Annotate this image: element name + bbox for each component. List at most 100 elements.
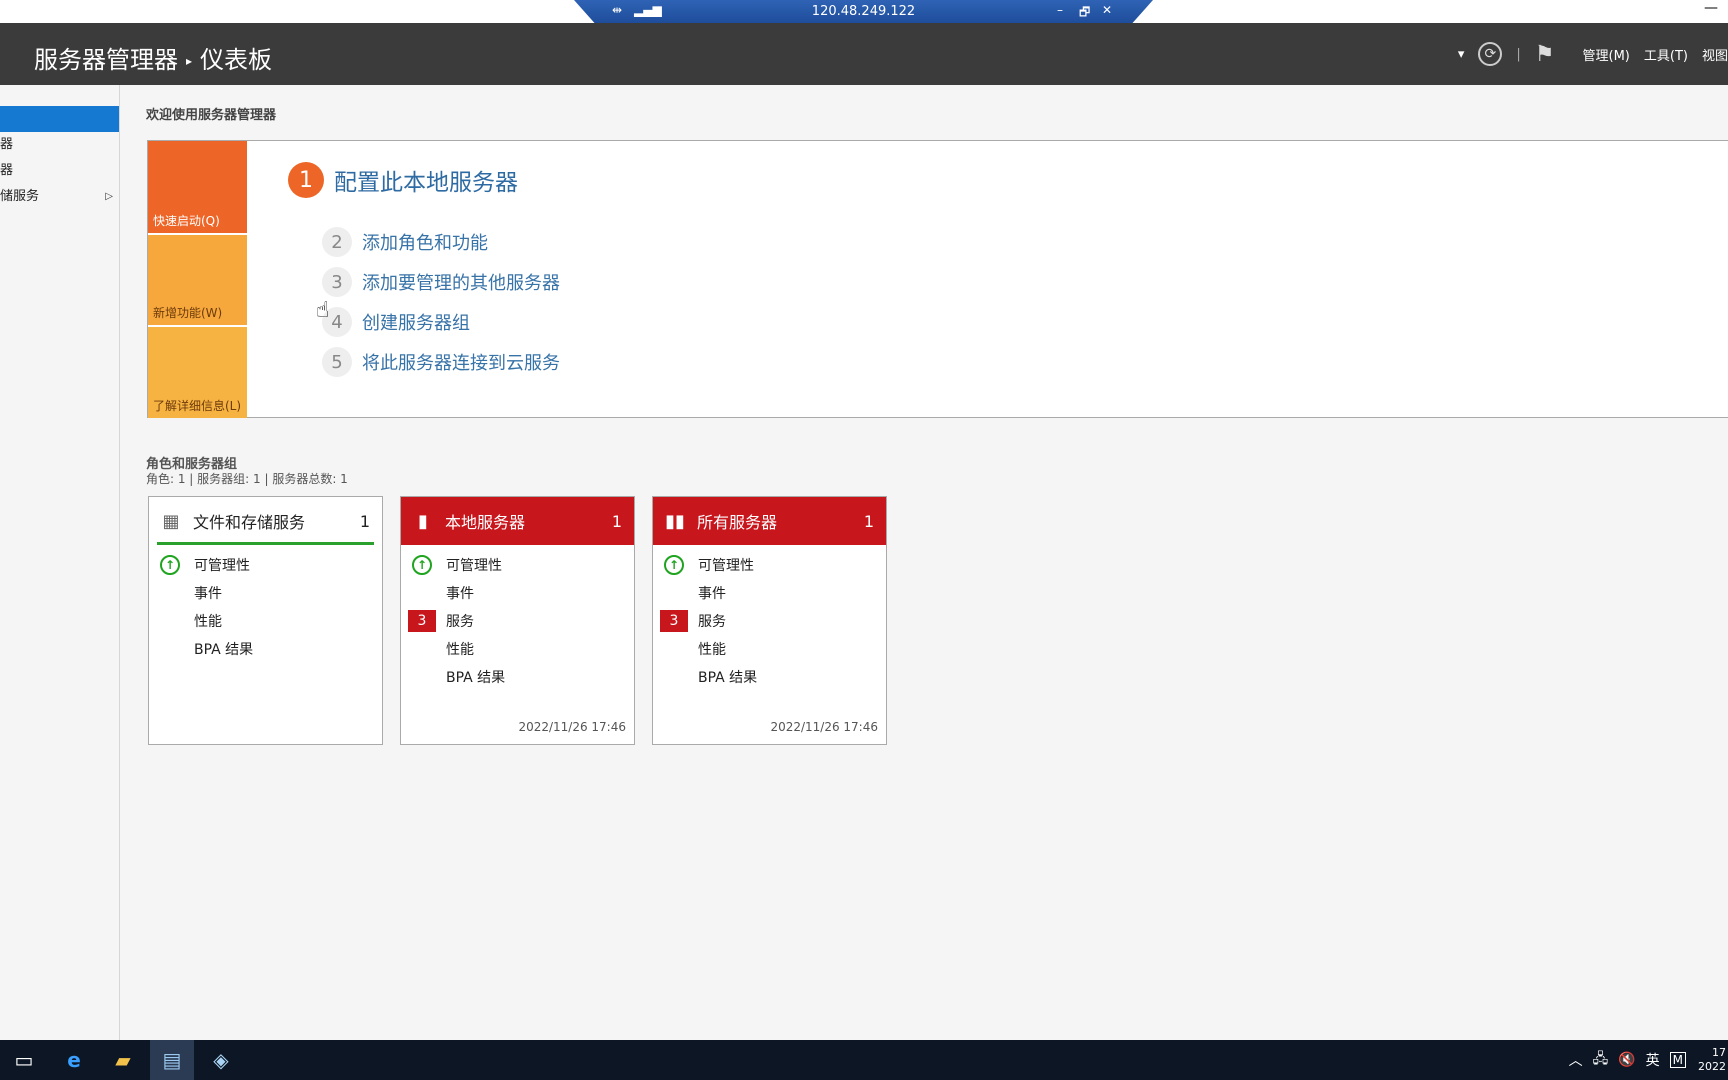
breadcrumb-separator-icon: ▸ xyxy=(186,54,193,68)
status-up-icon: ↑ xyxy=(160,555,180,575)
remote-desktop-icon[interactable]: ◈ xyxy=(199,1040,243,1080)
tile-label: 了解详细信息(L) xyxy=(153,399,242,413)
card-count: 1 xyxy=(863,511,874,531)
server-icon: ▮ xyxy=(418,510,428,532)
step-number: 3 xyxy=(322,267,352,297)
roles-summary: 角色: 1 | 服务器组: 1 | 服务器总数: 1 xyxy=(146,472,348,486)
task-view-icon[interactable]: ▭ xyxy=(2,1040,46,1080)
menu-view[interactable]: 视图 xyxy=(1702,45,1728,64)
sidebar-item-file-storage[interactable]: 储服务 ▷ xyxy=(0,184,119,210)
breadcrumb-app[interactable]: 服务器管理器 xyxy=(34,46,178,74)
card-row-services[interactable]: 3 服务 xyxy=(401,607,634,635)
welcome-panel: 快速启动(Q) 新增功能(W) 了解详细信息(L) 1 配置此本地服务器 2 添… xyxy=(147,140,1728,418)
card-timestamp: 2022/11/26 17:46 xyxy=(770,720,878,734)
step-configure-local-server[interactable]: 1 配置此本地服务器 xyxy=(288,162,518,198)
sidebar-item-label: 器 xyxy=(0,163,14,178)
step-link[interactable]: 配置此本地服务器 xyxy=(334,163,518,197)
alert-count-badge: 3 xyxy=(408,610,436,632)
step-add-roles[interactable]: 2 添加角色和功能 xyxy=(322,227,488,257)
card-row-bpa[interactable]: BPA 结果 xyxy=(653,663,886,691)
hand-cursor-icon: ☝ xyxy=(316,298,330,323)
rdp-ip-address: 120.48.249.122 xyxy=(811,4,916,19)
sidebar-item-label: 器 xyxy=(0,137,14,152)
refresh-icon[interactable]: ⟳ xyxy=(1478,42,1503,66)
volume-muted-icon[interactable]: 🔇 xyxy=(1618,1052,1635,1068)
network-icon[interactable]: 🖧 xyxy=(1593,1048,1609,1072)
window-minimize-icon[interactable]: — xyxy=(1704,0,1718,16)
clock-date: 2022 xyxy=(1698,1060,1726,1073)
card-count: 1 xyxy=(611,511,622,531)
row-label: 性能 xyxy=(446,642,474,658)
card-header[interactable]: ▮ 本地服务器 1 xyxy=(401,497,634,545)
sidebar-item-label: 储服务 xyxy=(0,189,40,204)
row-label: 可管理性 xyxy=(698,558,754,574)
dropdown-icon[interactable]: ▾ xyxy=(1458,47,1465,62)
row-label: 事件 xyxy=(698,586,726,602)
tile-whatsnew[interactable]: 新增功能(W) xyxy=(148,233,247,325)
servers-icon: ▮▮ xyxy=(665,510,685,532)
row-label: 服务 xyxy=(446,614,474,630)
clock[interactable]: 17 2022 xyxy=(1696,1046,1726,1074)
status-up-icon: ↑ xyxy=(412,555,432,575)
rdp-close-icon[interactable]: ✕ xyxy=(1102,3,1112,17)
card-header[interactable]: ▦ 文件和存储服务 1 xyxy=(149,497,382,545)
card-file-storage[interactable]: ▦ 文件和存储服务 1 ↑ 可管理性 事件 性能 BPA 结果 xyxy=(148,496,383,745)
card-row-events[interactable]: 事件 xyxy=(401,579,634,607)
step-number: 2 xyxy=(322,227,352,257)
step-connect-cloud[interactable]: 5 将此服务器连接到云服务 xyxy=(322,347,560,377)
card-row-events[interactable]: 事件 xyxy=(149,579,382,607)
tile-label: 新增功能(W) xyxy=(153,306,223,320)
card-row-bpa[interactable]: BPA 结果 xyxy=(401,663,634,691)
status-bar xyxy=(157,542,374,545)
app-header: 服务器管理器 ▸ 仪表板 ▾ ⟳ | ⚑ 管理(M) 工具(T) 视图 xyxy=(0,23,1728,85)
card-row-manageability[interactable]: ↑ 可管理性 xyxy=(653,551,886,579)
card-all-servers[interactable]: ▮▮ 所有服务器 1 ↑ 可管理性 事件 3 服务 性能 BPA 结果 2022/1… xyxy=(652,496,887,745)
tile-label: 快速启动(Q) xyxy=(153,214,220,228)
tile-learnmore[interactable]: 了解详细信息(L) xyxy=(148,325,247,418)
card-row-manageability[interactable]: ↑ 可管理性 xyxy=(401,551,634,579)
menu-manage[interactable]: 管理(M) xyxy=(1583,45,1630,64)
internet-explorer-icon[interactable]: e xyxy=(52,1040,96,1080)
input-mode-icon[interactable]: M xyxy=(1669,1052,1686,1068)
rdp-restore-icon[interactable]: 🗗 xyxy=(1079,3,1090,24)
card-row-manageability[interactable]: ↑ 可管理性 xyxy=(149,551,382,579)
sidebar-item-dashboard[interactable] xyxy=(0,106,119,132)
rdp-connection-bar: ⇹ ▂▄▆ 120.48.249.122 – 🗗 ✕ — xyxy=(0,0,1728,26)
row-label: 可管理性 xyxy=(446,558,502,574)
tray-expand-icon[interactable]: ︿ xyxy=(1569,1050,1583,1070)
sidebar-item-local-server[interactable]: 器 xyxy=(0,132,119,158)
step-link[interactable]: 将此服务器连接到云服务 xyxy=(362,349,560,375)
card-title: 所有服务器 xyxy=(697,513,778,532)
row-label: 性能 xyxy=(194,614,222,630)
server-manager-taskbar-icon[interactable]: ▤ xyxy=(150,1040,194,1080)
sidebar-item-all-servers[interactable]: 器 xyxy=(0,158,119,184)
expand-arrow-icon[interactable]: ▷ xyxy=(105,184,113,210)
ime-indicator[interactable]: 英 xyxy=(1646,1050,1660,1070)
card-row-bpa[interactable]: BPA 结果 xyxy=(149,635,382,663)
tile-quickstart[interactable]: 快速启动(Q) xyxy=(148,141,247,233)
step-add-servers[interactable]: 3 添加要管理的其他服务器 xyxy=(322,267,560,297)
card-header[interactable]: ▮▮ 所有服务器 1 xyxy=(653,497,886,545)
menu-tools[interactable]: 工具(T) xyxy=(1644,45,1688,64)
step-number: 1 xyxy=(288,162,324,198)
row-label: 事件 xyxy=(446,586,474,602)
card-local-server[interactable]: ▮ 本地服务器 1 ↑ 可管理性 事件 3 服务 性能 BPA 结果 2022/11… xyxy=(400,496,635,745)
row-label: 服务 xyxy=(698,614,726,630)
card-row-performance[interactable]: 性能 xyxy=(653,635,886,663)
status-up-icon: ↑ xyxy=(664,555,684,575)
row-label: BPA 结果 xyxy=(194,642,254,658)
card-row-services[interactable]: 3 服务 xyxy=(653,607,886,635)
card-row-performance[interactable]: 性能 xyxy=(149,607,382,635)
row-label: BPA 结果 xyxy=(698,670,758,686)
notification-flag-icon[interactable]: ⚑ xyxy=(1535,42,1555,67)
step-create-group[interactable]: 4 创建服务器组 xyxy=(322,307,470,337)
step-link[interactable]: 添加角色和功能 xyxy=(362,229,488,255)
sidebar: 器 器 储服务 ▷ xyxy=(0,85,120,1040)
step-link[interactable]: 创建服务器组 xyxy=(362,309,470,335)
file-explorer-icon[interactable]: ▰ xyxy=(101,1040,145,1080)
card-row-events[interactable]: 事件 xyxy=(653,579,886,607)
step-link[interactable]: 添加要管理的其他服务器 xyxy=(362,269,560,295)
card-row-performance[interactable]: 性能 xyxy=(401,635,634,663)
row-label: 可管理性 xyxy=(194,558,250,574)
rdp-minimize-icon[interactable]: – xyxy=(1057,3,1063,17)
